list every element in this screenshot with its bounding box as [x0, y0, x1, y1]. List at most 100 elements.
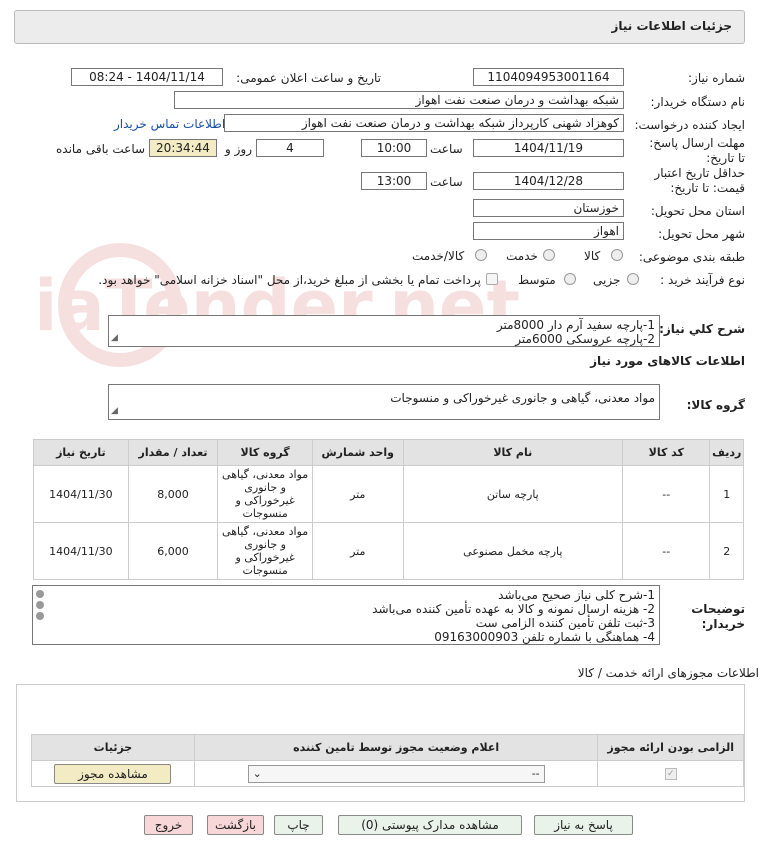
- announce-label: تاریخ و ساعت اعلان عمومی:: [236, 71, 381, 85]
- treasury-note: پرداخت تمام یا بخشی از مبلغ خرید،از محل …: [98, 273, 481, 287]
- notes-scrollbar[interactable]: [36, 590, 44, 640]
- goods-group-label: گروه کالا:: [686, 398, 745, 412]
- goods-table: ردیف کد کالا نام کالا واحد شمارش گروه کا…: [33, 439, 744, 580]
- contact-buyer-link[interactable]: اطلاعات تماس خریدار: [114, 117, 225, 131]
- cell-name: پارچه ساتن: [402, 465, 624, 523]
- deadline-time-field: 10:00: [361, 139, 427, 157]
- province-label: استان محل تحویل:: [650, 204, 745, 218]
- col-header-qty: تعداد / مقدار: [127, 439, 219, 466]
- validity-label: حداقل تاریخ اعتبار قیمت: تا تاریخ:: [654, 166, 745, 195]
- table-row: 1 -- پارچه ساتن متر مواد معدنی، گیاهی و …: [33, 465, 744, 523]
- cell-date: 1404/11/30: [33, 465, 129, 523]
- process-label: نوع فرآیند خرید :: [660, 273, 745, 287]
- permit-status-select[interactable]: -- ⌄: [247, 764, 545, 783]
- validity-date-field: 1404/12/28: [473, 172, 624, 190]
- general-desc-line-1: 1-پارچه سفید آرم دار 8000متر: [496, 318, 655, 332]
- exit-button[interactable]: خروج: [144, 815, 193, 835]
- remaining-time-field: 20:34:44: [149, 139, 217, 157]
- cell-date: 1404/11/30: [33, 522, 129, 580]
- permits-col-details: جزئیات: [31, 734, 195, 761]
- permit-status-value: --: [531, 767, 540, 780]
- buyer-notes-label: توضیحات خریدار:: [691, 602, 745, 631]
- buyer-note-line-2: 2- هزینه ارسال نمونه و کالا به عهده تأمی…: [372, 602, 655, 616]
- need-number-field: 1104094953001164: [473, 68, 624, 86]
- validity-time-field: 13:00: [361, 172, 427, 190]
- category-option-goods: کالا: [584, 249, 601, 263]
- buyer-note-line-3: 3-ثبت تلفن تأمین کننده الزامی ست: [475, 616, 655, 630]
- scroll-dot-icon: [36, 612, 44, 620]
- reply-button[interactable]: پاسخ به نیاز: [534, 815, 633, 835]
- city-field: اهواز: [473, 222, 624, 240]
- scroll-dot-icon: [36, 590, 44, 598]
- process-radio-medium[interactable]: [564, 273, 576, 285]
- buyer-note-line-1: 1-شرح کلی نیاز صحیح می‌باشد: [498, 588, 655, 602]
- goods-info-title: اطلاعات کالاهای مورد نیاز: [590, 354, 745, 368]
- col-header-code: کد کالا: [622, 439, 711, 466]
- buyer-note-line-4: 4- هماهنگی با شماره تلفن 09163000903: [434, 630, 655, 644]
- page-header: جزئیات اطلاعات نیاز: [14, 10, 745, 44]
- process-option-medium: متوسط: [518, 273, 556, 287]
- cell-name: پارچه مخمل مصنوعی: [402, 522, 624, 580]
- deadline-time-label: ساعت: [430, 142, 463, 156]
- general-desc-line-2: 2-پارچه عروسکی 6000متر: [515, 332, 655, 346]
- permits-required-cell: ✓: [597, 760, 744, 787]
- general-desc-label: شرح کلي نياز:: [659, 322, 745, 336]
- cell-index: 2: [709, 522, 744, 580]
- treasury-checkbox[interactable]: [486, 273, 498, 285]
- chevron-down-icon: ⌄: [252, 767, 262, 780]
- cell-qty: 8,000: [127, 465, 219, 523]
- permits-title: اطلاعات مجوزهای ارائه خدمت / کالا: [577, 666, 759, 680]
- view-permit-button[interactable]: مشاهده مجوز: [54, 763, 172, 784]
- permits-col-required: الزامی بودن ارائه مجوز: [597, 734, 744, 761]
- col-header-index: ردیف: [709, 439, 744, 466]
- deadline-date-field: 1404/11/19: [473, 139, 624, 157]
- cell-code: --: [622, 522, 711, 580]
- resize-grip-icon[interactable]: ◢: [111, 404, 118, 418]
- cell-qty: 6,000: [127, 522, 219, 580]
- category-option-goods-service: کالا/خدمت: [412, 249, 465, 263]
- category-radio-goods-service[interactable]: [475, 249, 487, 261]
- back-button[interactable]: بازگشت: [207, 815, 264, 835]
- col-header-date: تاریخ نیاز: [33, 439, 129, 466]
- col-header-name: نام کالا: [402, 439, 624, 466]
- remaining-label: ساعت باقی مانده: [56, 142, 146, 156]
- col-header-unit: واحد شمارش: [311, 439, 404, 466]
- category-radio-goods[interactable]: [611, 249, 623, 261]
- resize-grip-icon[interactable]: ◢: [111, 331, 118, 345]
- need-number-label: شماره نیاز:: [688, 71, 745, 85]
- requester-label: ایجاد کننده درخواست:: [634, 118, 745, 132]
- page-title: جزئیات اطلاعات نیاز: [611, 19, 732, 33]
- permits-status-cell: -- ⌄: [193, 760, 599, 787]
- table-row: ✓ -- ⌄ مشاهده مجوز: [31, 760, 744, 787]
- category-radio-service[interactable]: [543, 249, 555, 261]
- scroll-dot-icon: [36, 601, 44, 609]
- requester-field: کوهزاد شهنی کارپرداز شبکه بهداشت و درمان…: [224, 114, 624, 132]
- permits-col-status: اعلام وضعیت مجوز توسط تامین کننده: [193, 734, 599, 761]
- buyer-notes-textarea[interactable]: 1-شرح کلی نیاز صحیح می‌باشد 2- هزینه ارس…: [32, 585, 660, 645]
- cell-unit: متر: [311, 522, 404, 580]
- print-button[interactable]: چاپ: [274, 815, 323, 835]
- cell-code: --: [622, 465, 711, 523]
- col-header-group: گروه کالا: [217, 439, 313, 466]
- process-option-minor: جزیی: [593, 273, 621, 287]
- city-label: شهر محل تحویل:: [658, 227, 745, 241]
- goods-group-textarea[interactable]: مواد معدنی، گیاهی و جانوری غیرخوراکی و م…: [108, 384, 660, 420]
- province-field: خوزستان: [473, 199, 624, 217]
- days-field: 4: [256, 139, 324, 157]
- deadline-label: مهلت ارسال پاسخ: تا تاریخ:: [649, 136, 745, 165]
- table-row: 2 -- پارچه مخمل مصنوعی متر مواد معدنی، گ…: [33, 522, 744, 580]
- permits-table: الزامی بودن ارائه مجوز اعلام وضعیت مجوز …: [31, 734, 744, 787]
- announce-field: 1404/11/14 - 08:24: [71, 68, 223, 86]
- category-option-service: خدمت: [506, 249, 538, 263]
- days-label: روز و: [225, 142, 252, 156]
- category-label: طبقه بندی موضوعی:: [638, 250, 745, 264]
- required-checkbox[interactable]: ✓: [664, 767, 677, 780]
- goods-group-value: مواد معدنی، گیاهی و جانوری غیرخوراکی و م…: [390, 391, 655, 405]
- permits-details-cell: مشاهده مجوز: [31, 760, 195, 787]
- cell-group: مواد معدنی، گیاهی و جانوری غیرخوراکی و م…: [217, 522, 313, 580]
- buyer-org-field: شبکه بهداشت و درمان صنعت نفت اهواز: [174, 91, 624, 109]
- attachments-button[interactable]: مشاهده مدارک پیوستی (0): [338, 815, 522, 835]
- validity-time-label: ساعت: [430, 175, 463, 189]
- general-desc-textarea[interactable]: 1-پارچه سفید آرم دار 8000متر 2-پارچه عرو…: [108, 315, 660, 347]
- process-radio-minor[interactable]: [627, 273, 639, 285]
